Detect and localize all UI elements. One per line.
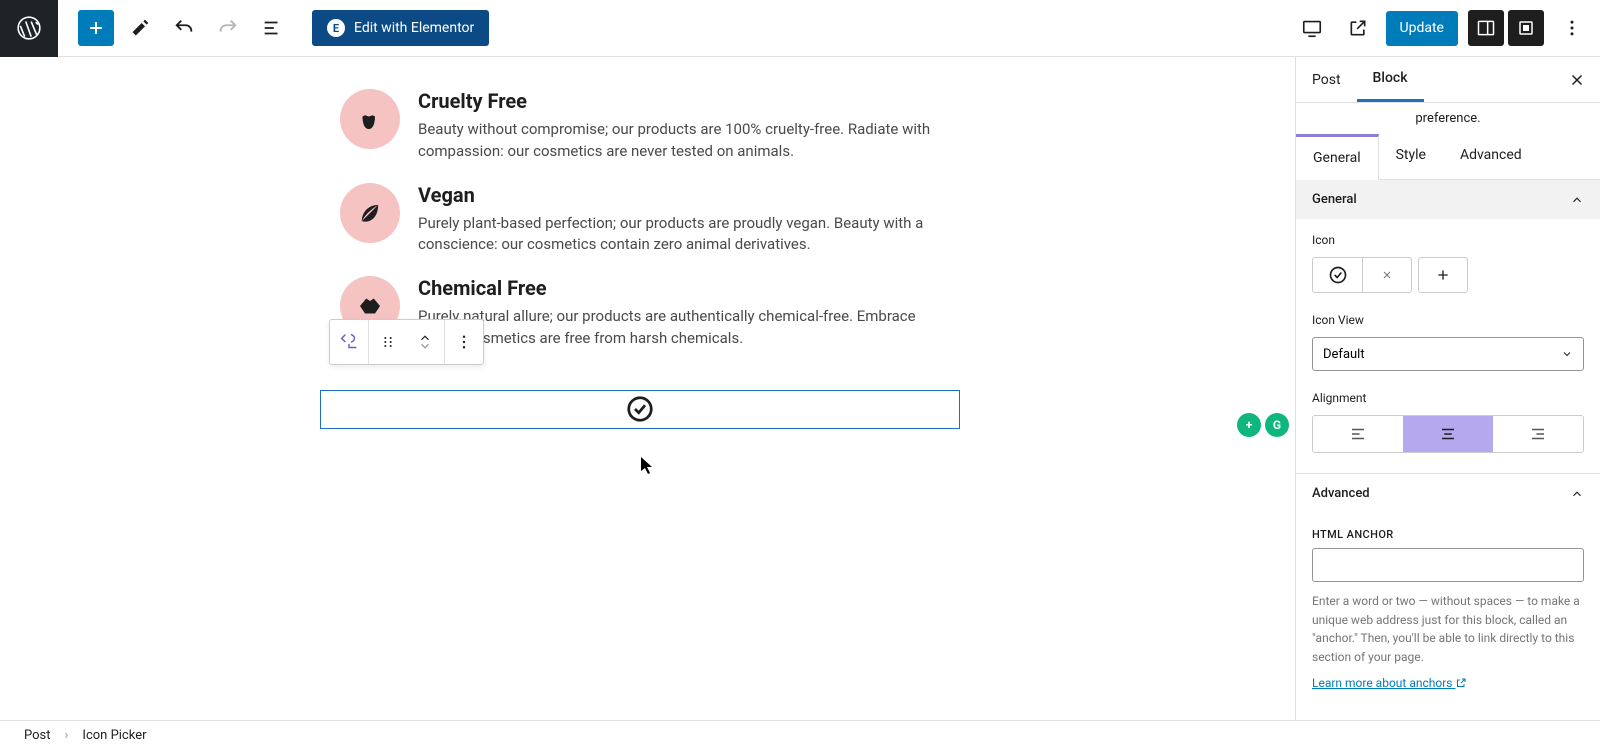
top-toolbar: E Edit with Elementor Update [0, 0, 1600, 57]
feature-title: Cruelty Free [418, 89, 938, 113]
block-subtabs: General Style Advanced [1296, 134, 1600, 180]
align-right-icon [1529, 425, 1547, 443]
section-general-label: General [1312, 192, 1357, 207]
add-block-button[interactable] [78, 10, 114, 46]
preference-text: preference. [1296, 103, 1600, 134]
redo-icon[interactable] [210, 10, 246, 46]
block-type-icon[interactable] [330, 320, 369, 364]
icon-view-value: Default [1323, 347, 1365, 362]
breadcrumb-root[interactable]: Post [24, 728, 51, 743]
settings-sidebar: Post Block preference. General Style Adv… [1295, 57, 1600, 720]
icon-add-button[interactable] [1418, 257, 1468, 293]
feature-row[interactable]: Vegan Purely plant-based perfection; our… [320, 173, 1295, 267]
chevron-up-icon [1570, 193, 1584, 207]
sidebar-toggle-icon[interactable] [1468, 10, 1504, 46]
chevron-down-icon [1561, 348, 1573, 360]
external-link-icon[interactable] [1340, 10, 1376, 46]
block-options-icon[interactable] [445, 320, 483, 364]
floating-badges: + G [1237, 413, 1289, 437]
icon-picker [1312, 257, 1584, 293]
move-updown-icon[interactable] [407, 320, 446, 364]
elementor-icon: E [327, 19, 345, 37]
alignment-label: Alignment [1312, 391, 1584, 405]
badge-g-icon[interactable]: G [1265, 413, 1289, 437]
feature-row[interactable]: Cruelty Free Beauty without compromise; … [320, 79, 1295, 173]
toolbar-right-group: Update [1294, 10, 1590, 46]
alignment-group [1312, 415, 1584, 453]
edit-icon[interactable] [122, 10, 158, 46]
selected-icon-block[interactable] [320, 390, 960, 429]
breadcrumb: Post › Icon Picker [0, 720, 1600, 750]
section-advanced-label: Advanced [1312, 486, 1370, 501]
feature-title: Vegan [418, 183, 938, 207]
section-general-header[interactable]: General [1296, 180, 1600, 219]
drag-handle-icon[interactable] [369, 320, 407, 364]
check-circle-icon [1328, 265, 1348, 285]
breadcrumb-current[interactable]: Icon Picker [82, 728, 146, 743]
elementor-label: Edit with Elementor [354, 20, 474, 36]
align-left-icon [1349, 425, 1367, 443]
leaf-icon [340, 183, 400, 243]
anchor-input[interactable] [1312, 548, 1584, 582]
external-link-icon [1455, 677, 1467, 689]
device-preview-icon[interactable] [1294, 10, 1330, 46]
feature-title: Chemical Free [418, 276, 938, 300]
mouse-cursor-icon [640, 457, 654, 475]
options-menu-icon[interactable] [1554, 10, 1590, 46]
icon-view-label: Icon View [1312, 313, 1584, 327]
edit-with-elementor-button[interactable]: E Edit with Elementor [312, 10, 489, 46]
icon-view-select[interactable]: Default [1312, 337, 1584, 371]
sidebar-tabs: Post Block [1296, 57, 1600, 103]
subtab-general[interactable]: General [1296, 134, 1379, 180]
badge-plus-icon[interactable]: + [1237, 413, 1261, 437]
anchor-label: HTML ANCHOR [1312, 528, 1394, 541]
block-floating-toolbar [329, 319, 484, 365]
anchor-learn-more-link[interactable]: Learn more about anchors [1312, 676, 1467, 690]
feature-desc: Purely natural allure; our products are … [418, 306, 938, 350]
align-right-button[interactable] [1493, 416, 1583, 452]
tab-block[interactable]: Block [1357, 57, 1424, 102]
anchor-help-text: Enter a word or two — without spaces — t… [1312, 592, 1584, 666]
peace-icon [340, 89, 400, 149]
chevron-up-icon [1570, 487, 1584, 501]
icon-label: Icon [1312, 233, 1584, 247]
tab-post[interactable]: Post [1296, 57, 1357, 102]
align-left-button[interactable] [1313, 416, 1403, 452]
panel-icon[interactable] [1508, 10, 1544, 46]
icon-preview[interactable] [1312, 257, 1362, 293]
check-circle-icon [625, 394, 655, 424]
undo-icon[interactable] [166, 10, 202, 46]
close-icon [1381, 269, 1393, 281]
subtab-advanced[interactable]: Advanced [1443, 134, 1539, 179]
chevron-right-icon: › [65, 728, 69, 743]
align-center-button[interactable] [1403, 416, 1493, 452]
feature-desc: Beauty without compromise; our products … [418, 119, 938, 163]
toolbar-left-group [78, 10, 290, 46]
wordpress-logo[interactable] [0, 0, 58, 57]
align-center-icon [1439, 425, 1457, 443]
document-outline-icon[interactable] [254, 10, 290, 46]
close-sidebar-icon[interactable] [1554, 57, 1600, 102]
editor-canvas: Cruelty Free Beauty without compromise; … [0, 57, 1295, 720]
subtab-style[interactable]: Style [1379, 134, 1443, 179]
feature-desc: Purely plant-based perfection; our produ… [418, 213, 938, 257]
section-advanced-header[interactable]: Advanced [1296, 473, 1600, 513]
update-label: Update [1400, 20, 1444, 36]
icon-clear-button[interactable] [1362, 257, 1412, 293]
update-button[interactable]: Update [1386, 11, 1458, 46]
plus-icon [1435, 267, 1451, 283]
